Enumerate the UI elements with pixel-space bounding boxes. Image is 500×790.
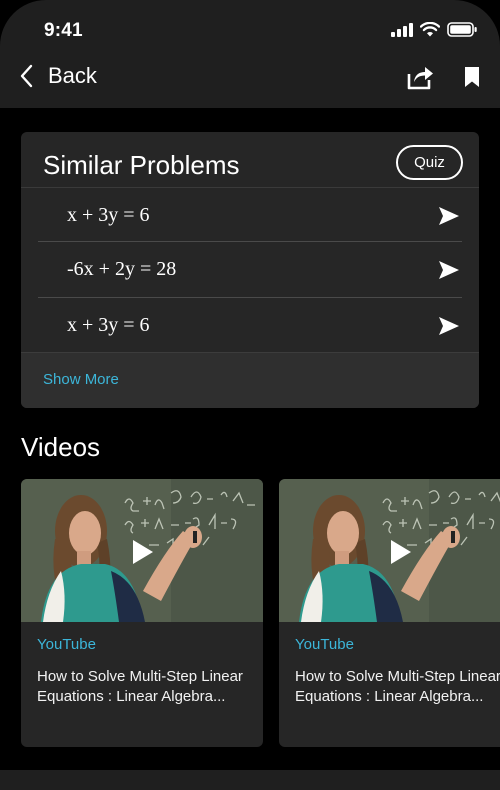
video-title: How to Solve Multi-Step Linear Equations… bbox=[295, 668, 500, 705]
status-icons bbox=[391, 22, 478, 37]
video-source: YouTube bbox=[37, 636, 96, 653]
similar-problems-title: Similar Problems bbox=[43, 150, 240, 180]
video-thumbnail bbox=[21, 479, 263, 622]
video-source: YouTube bbox=[295, 636, 354, 653]
videos-title: Videos bbox=[21, 432, 101, 462]
send-icon bbox=[439, 261, 459, 279]
send-icon bbox=[439, 207, 459, 225]
problem-row[interactable]: x + 3y = 6 bbox=[38, 298, 462, 353]
play-icon bbox=[391, 540, 411, 564]
video-title: How to Solve Multi-Step Linear Equations… bbox=[37, 668, 243, 705]
signal-icon bbox=[391, 22, 413, 37]
problem-row[interactable]: -6x + 2y = 28 bbox=[38, 242, 462, 297]
show-more-bar: Show More bbox=[21, 352, 479, 408]
back-label: Back bbox=[48, 63, 97, 88]
problem-equation: -6x + 2y = 28 bbox=[67, 258, 177, 280]
quiz-button[interactable]: Quiz bbox=[396, 145, 463, 180]
send-icon bbox=[439, 317, 459, 335]
problem-equation: x + 3y = 6 bbox=[67, 314, 150, 336]
video-thumbnail bbox=[279, 479, 500, 622]
share-icon[interactable] bbox=[404, 62, 434, 92]
chevron-left-icon bbox=[20, 64, 33, 88]
back-button[interactable]: Back bbox=[18, 62, 97, 90]
bookmark-icon[interactable] bbox=[464, 66, 480, 88]
problem-equation: x + 3y = 6 bbox=[67, 204, 150, 226]
play-icon bbox=[133, 540, 153, 564]
phone-screen: 9:41 Back Similar Problems Quiz x + 3y =… bbox=[0, 0, 500, 790]
battery-icon bbox=[447, 22, 478, 37]
problem-row[interactable]: x + 3y = 6 bbox=[38, 188, 462, 243]
video-card[interactable]: YouTube How to Solve Multi-Step Linear E… bbox=[21, 479, 263, 747]
show-more-link[interactable]: Show More bbox=[43, 371, 119, 388]
status-time: 9:41 bbox=[44, 20, 83, 41]
similar-problems-card: Similar Problems Quiz x + 3y = 6 -6x + 2… bbox=[21, 132, 479, 408]
bottom-bar bbox=[0, 770, 500, 790]
wifi-icon bbox=[420, 22, 440, 37]
header: 9:41 Back bbox=[0, 0, 500, 108]
video-card[interactable]: YouTube How to Solve Multi-Step Linear E… bbox=[279, 479, 500, 747]
